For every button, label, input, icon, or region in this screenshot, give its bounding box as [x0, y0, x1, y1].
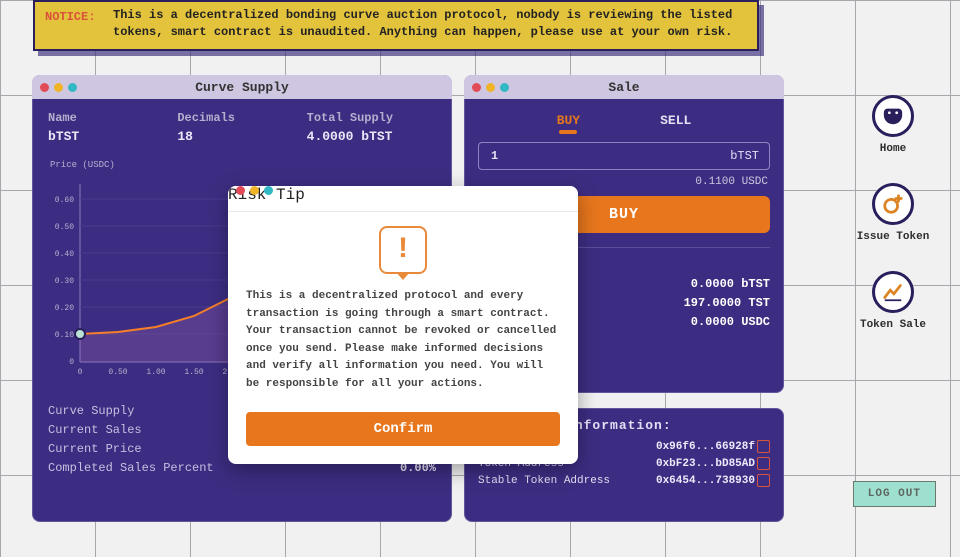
sidebar-item-label: Home	[880, 143, 906, 155]
panel-head: Risk Tip	[228, 186, 578, 212]
modal-body: This is a decentralized protocol and eve…	[228, 274, 578, 408]
amount-suffix: bTST	[730, 149, 759, 163]
name-value: bTST	[48, 129, 177, 144]
alert-icon: !	[379, 226, 427, 274]
panel-title: Curve Supply	[40, 80, 444, 95]
total-value: 4.0000 bTST	[307, 129, 436, 144]
token-address-value: 0xbF23...bD85AD	[656, 458, 755, 470]
svg-text:0: 0	[69, 358, 74, 367]
notice-text: This is a decentralized bonding curve au…	[113, 7, 747, 41]
stable-address-label: Stable Token Address	[478, 475, 610, 487]
decimals-value: 18	[177, 129, 306, 144]
curve-supply-label: Curve Supply	[48, 404, 134, 418]
logout-button[interactable]: LOG OUT	[853, 481, 936, 507]
sale-address-value: 0x96f6...66928f	[656, 441, 755, 453]
sidebar-item-label: Issue Token	[857, 231, 930, 243]
svg-text:1.50: 1.50	[184, 368, 203, 377]
name-label: Name	[48, 111, 177, 125]
completed-percent-label: Completed Sales Percent	[48, 461, 214, 475]
svg-text:0.10: 0.10	[55, 331, 74, 340]
current-sales-label: Current Sales	[48, 423, 142, 437]
notice-banner: NOTICE: This is a decentralized bonding …	[33, 0, 759, 51]
confirm-button[interactable]: Confirm	[246, 412, 560, 446]
svg-text:0: 0	[78, 368, 83, 377]
panel-head: Sale	[464, 75, 784, 99]
sidebar: Home Issue Token Token Sale	[854, 95, 932, 331]
panel-title: Sale	[472, 80, 776, 95]
svg-text:0.40: 0.40	[55, 250, 74, 259]
chart-title: Price (USDC)	[50, 160, 438, 170]
sidebar-item-token-sale[interactable]: Token Sale	[860, 271, 926, 331]
tab-buy[interactable]: BUY	[557, 113, 580, 134]
copy-icon[interactable]	[759, 476, 770, 487]
window-controls	[236, 186, 273, 195]
svg-text:0.60: 0.60	[55, 196, 74, 205]
risk-tip-modal: Risk Tip ! This is a decentralized proto…	[228, 186, 578, 464]
notice-label: NOTICE:	[45, 7, 105, 41]
sidebar-item-label: Token Sale	[860, 319, 926, 331]
window-controls	[40, 83, 77, 92]
token-sale-icon	[872, 271, 914, 313]
hold-value: 0.0000 USDC	[691, 315, 770, 329]
svg-text:1.00: 1.00	[146, 368, 165, 377]
hold-value: 197.0000 TST	[684, 296, 770, 310]
svg-text:0.50: 0.50	[108, 368, 127, 377]
copy-icon[interactable]	[759, 442, 770, 453]
window-controls	[472, 83, 509, 92]
amount-row: bTST	[478, 142, 770, 170]
svg-text:0.50: 0.50	[55, 223, 74, 232]
svg-text:0.30: 0.30	[55, 277, 74, 286]
total-label: Total Supply	[307, 111, 436, 125]
stable-address-value: 0x6454...738930	[656, 475, 755, 487]
amount-input[interactable]	[489, 148, 730, 164]
home-icon	[872, 95, 914, 137]
sidebar-item-home[interactable]: Home	[872, 95, 914, 155]
hold-value: 0.0000 bTST	[691, 277, 770, 291]
panel-head: Curve Supply	[32, 75, 452, 99]
current-price-label: Current Price	[48, 442, 142, 456]
sidebar-item-issue[interactable]: Issue Token	[857, 183, 930, 243]
issue-token-icon	[872, 183, 914, 225]
tab-sell[interactable]: SELL	[660, 113, 691, 134]
copy-icon[interactable]	[759, 459, 770, 470]
decimals-label: Decimals	[177, 111, 306, 125]
svg-text:0.20: 0.20	[55, 304, 74, 313]
